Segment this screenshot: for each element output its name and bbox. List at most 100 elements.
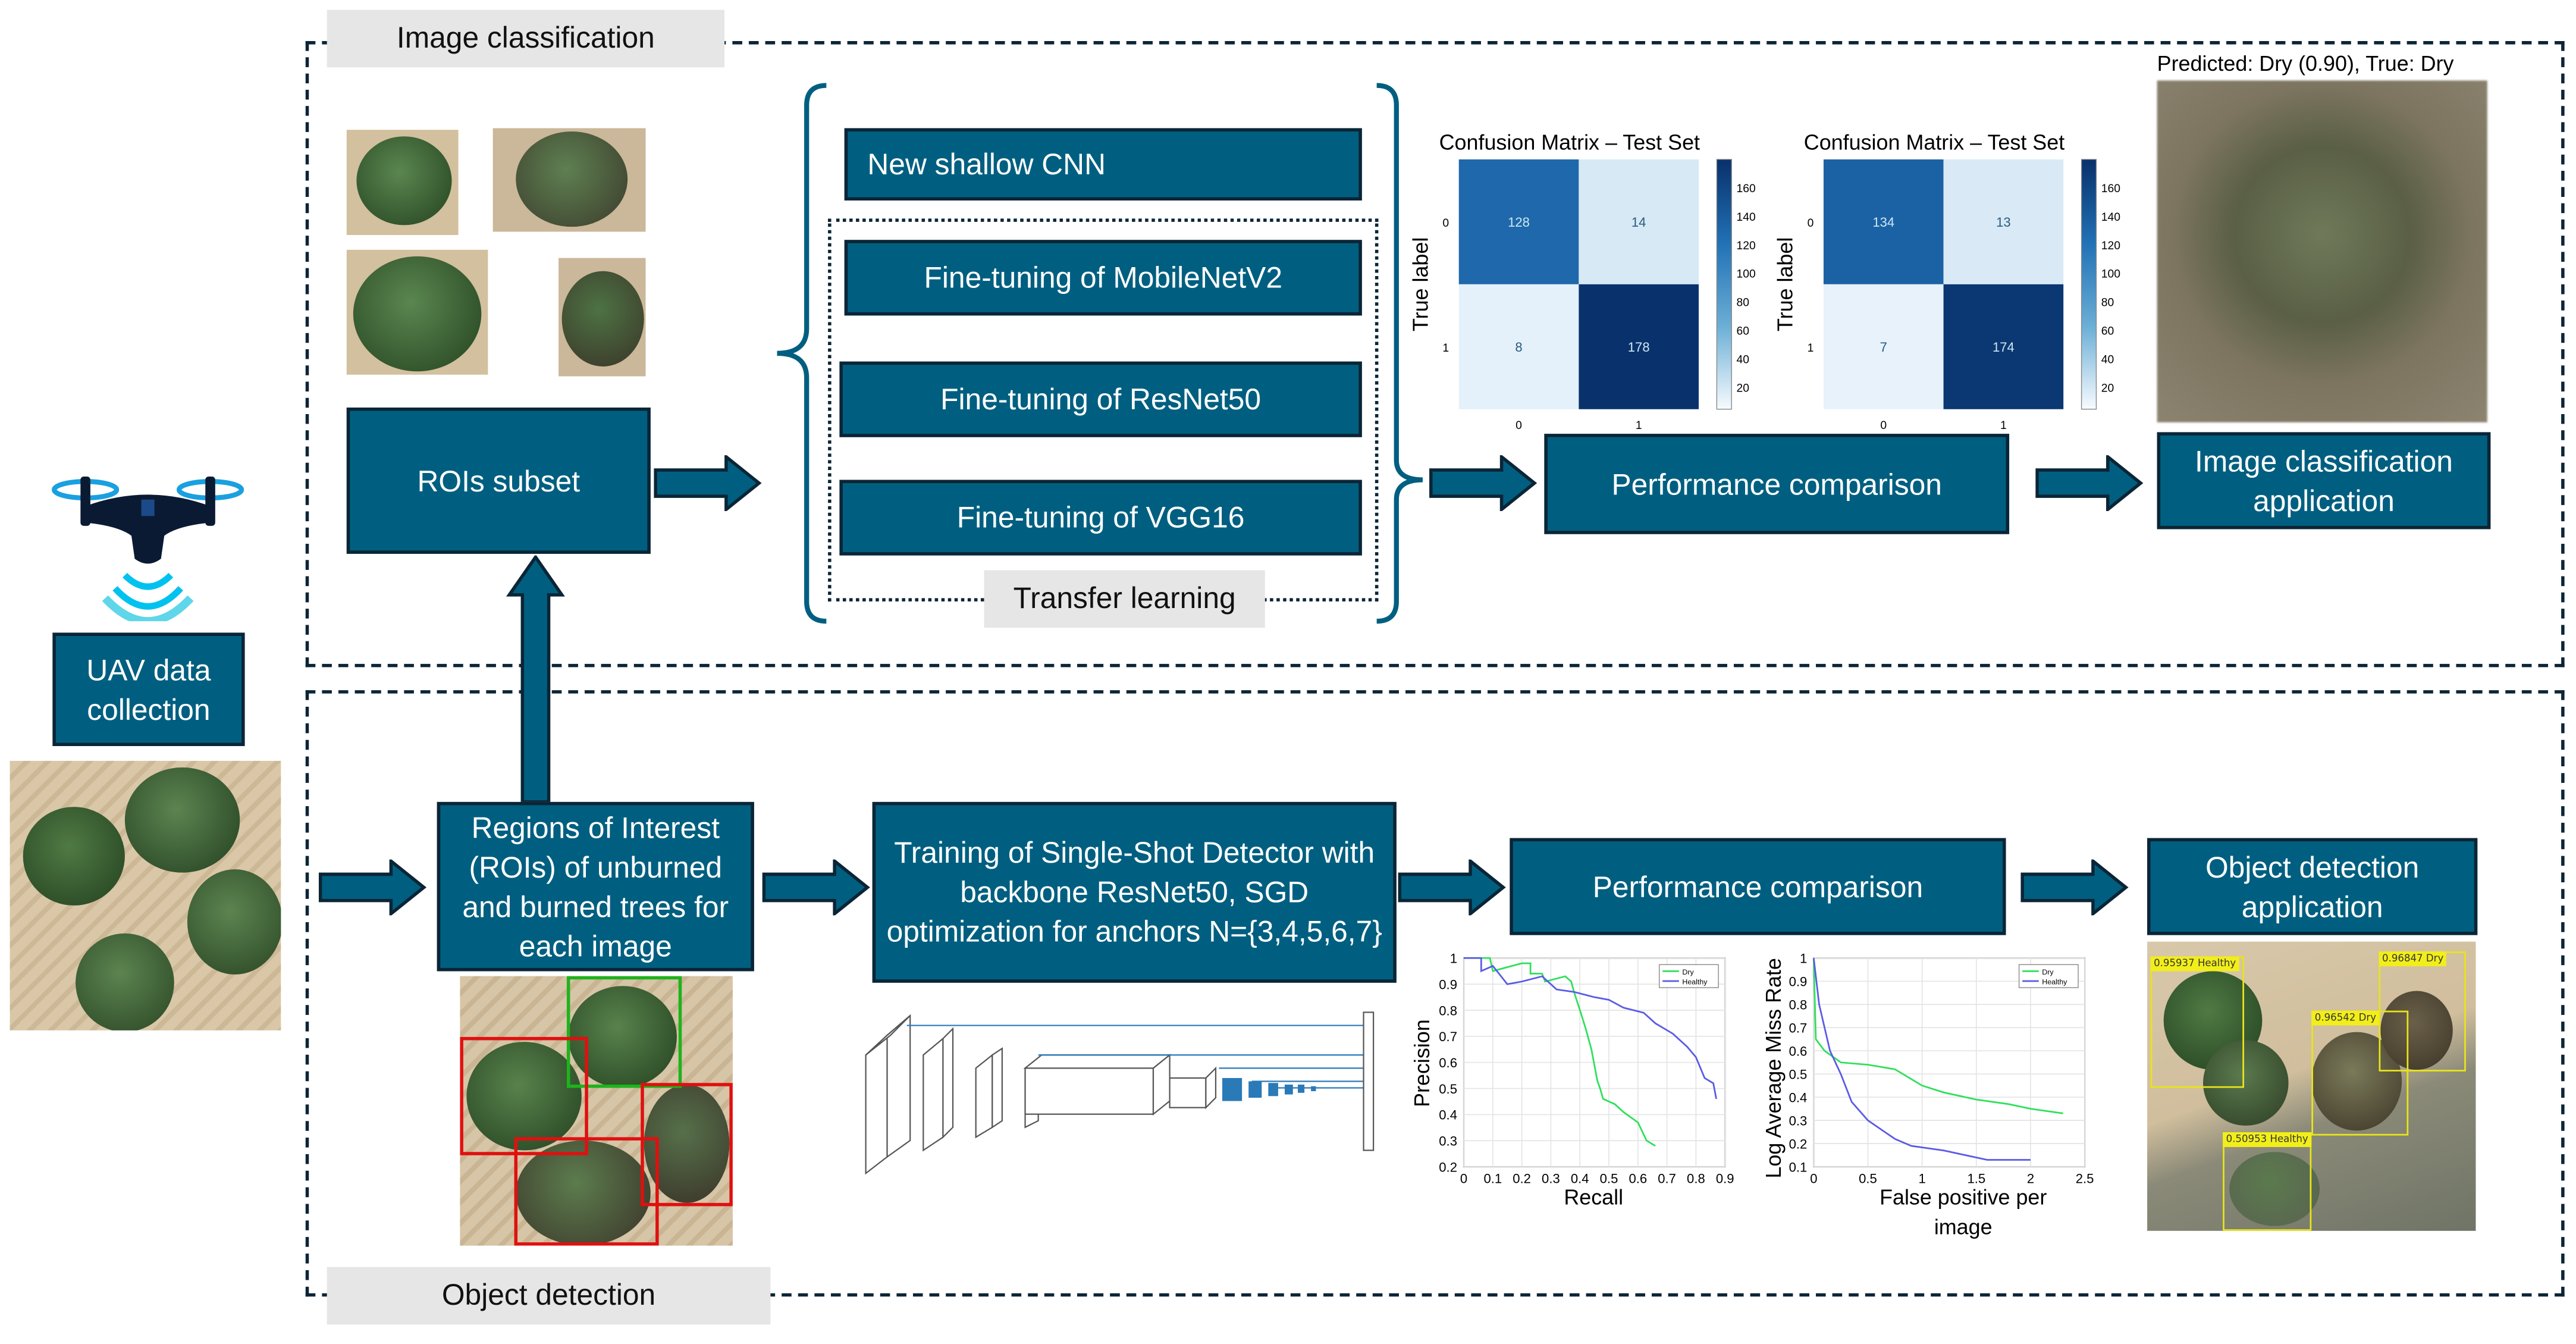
colorbar-tick-label: 100 bbox=[1737, 268, 1756, 281]
x-tick-label: 0.6 bbox=[1629, 1171, 1647, 1186]
x-tick-label: 0.3 bbox=[1542, 1171, 1560, 1186]
y-tick-label: 0.3 bbox=[1789, 1113, 1808, 1128]
new-shallow-cnn-box: New shallow CNN bbox=[844, 128, 1362, 200]
legend-label: Healthy bbox=[1682, 978, 1708, 986]
x-tick-label: 0 bbox=[1810, 1171, 1817, 1186]
y-tick-label: 0.1 bbox=[1789, 1160, 1808, 1174]
y-tick-label: 0.4 bbox=[1789, 1090, 1808, 1105]
roi-thumbnail bbox=[346, 249, 488, 375]
x-tick-label: 1 bbox=[1636, 419, 1642, 432]
colorbar-tick-label: 120 bbox=[2101, 240, 2120, 252]
colorbar-tick-label: 60 bbox=[1737, 325, 1750, 338]
y-tick-label: 0.6 bbox=[1789, 1044, 1808, 1058]
y-tick-label: 1 bbox=[1808, 342, 1814, 355]
cell-value: 8 bbox=[1515, 340, 1522, 355]
x-tick-label: 0.5 bbox=[1859, 1171, 1877, 1186]
x-tick-label: 0.7 bbox=[1658, 1171, 1676, 1186]
uav-aerial-image bbox=[10, 760, 281, 1030]
detection-performance-comparison-box: Performance comparison bbox=[1510, 838, 2006, 935]
y-tick-label: 1 bbox=[1800, 951, 1807, 966]
cell-value: 178 bbox=[1628, 340, 1650, 355]
y-tick-label: 0.2 bbox=[1439, 1160, 1457, 1174]
colorbar-tick-label: 60 bbox=[2101, 325, 2114, 338]
arrow-right-icon bbox=[1398, 859, 1506, 916]
x-tick-label: 0 bbox=[1460, 1171, 1467, 1186]
colorbar bbox=[2081, 159, 2097, 410]
y-tick-label: 0 bbox=[1808, 217, 1814, 230]
detection-label: 0.96847 Dry bbox=[2379, 951, 2447, 967]
y-tick-label: 0.5 bbox=[1439, 1082, 1457, 1096]
detection-label: 0.95937 Healthy bbox=[2150, 956, 2239, 972]
roi-thumbnail bbox=[346, 130, 459, 235]
vgg16-box: Fine-tuning of VGG16 bbox=[839, 480, 1362, 556]
plot-area bbox=[1813, 957, 2086, 1168]
workflow-diagram: Image classification Object detection UA… bbox=[0, 0, 2576, 1344]
confusion-matrix-plot: True label 134 13 7 174 0 1 0 1 160 140 120 100 80 60 4… bbox=[1773, 159, 2120, 432]
object-detection-label: Object detection bbox=[327, 1267, 771, 1325]
resnet50-box: Fine-tuning of ResNet50 bbox=[839, 361, 1362, 437]
x-tick-label: 0.5 bbox=[1600, 1171, 1618, 1186]
roi-box-burned bbox=[514, 1137, 659, 1246]
x-tick-label: 0.8 bbox=[1687, 1171, 1705, 1186]
y-tick-label: 1 bbox=[1442, 342, 1449, 355]
y-tick-label: 0.4 bbox=[1439, 1108, 1457, 1123]
object-detection-application-box: Object detection application bbox=[2147, 838, 2478, 935]
colorbar-tick-label: 20 bbox=[2101, 383, 2114, 395]
transfer-learning-label: Transfer learning bbox=[984, 570, 1265, 628]
cell-value: 13 bbox=[1996, 215, 2011, 230]
y-axis-label: True label bbox=[1773, 237, 1797, 331]
detection-label: 0.50953 Healthy bbox=[2223, 1132, 2312, 1147]
classified-tree-image bbox=[2157, 80, 2487, 422]
x-tick-label: 0.2 bbox=[1513, 1171, 1531, 1186]
colorbar-tick-label: 100 bbox=[2101, 268, 2120, 281]
uav-data-collection-box: UAV data collection bbox=[52, 632, 245, 746]
colorbar-tick-label: 40 bbox=[2101, 354, 2114, 366]
detection-box bbox=[2311, 1010, 2409, 1136]
ssd-training-box: Training of Single-Shot Detector with ba… bbox=[872, 801, 1397, 983]
y-tick-label: 0.2 bbox=[1789, 1136, 1808, 1151]
legend-label: Dry bbox=[2042, 968, 2054, 976]
x-tick-label: 0 bbox=[1516, 419, 1522, 432]
precision-recall-chart: 0 0.1 0.2 0.3 0.4 0.5 0.6 0.7 0.8 0.9 0.2 0.3 0.4 0.5… bbox=[1410, 951, 1734, 1210]
x-tick-label: 0 bbox=[1880, 419, 1887, 432]
y-axis-label: True label bbox=[1408, 237, 1432, 331]
x-tick-label: 1 bbox=[1919, 1171, 1926, 1186]
y-tick-label: 0.9 bbox=[1439, 977, 1457, 992]
chart-title: Confusion Matrix – Test Set bbox=[1439, 130, 1700, 155]
x-axis-label-line1: False positive per bbox=[1880, 1186, 2047, 1210]
classification-performance-comparison-box: Performance comparison bbox=[1544, 434, 2010, 534]
x-tick-label: 0.4 bbox=[1571, 1171, 1589, 1186]
y-tick-label: 0.8 bbox=[1439, 1003, 1457, 1018]
y-tick-label: 0.7 bbox=[1789, 1021, 1808, 1036]
prediction-caption: Predicted: Dry (0.90), True: Dry bbox=[2157, 51, 2454, 76]
image-classification-application-box: Image classification application bbox=[2157, 432, 2491, 530]
mobilenetv2-box: Fine-tuning of MobileNetV2 bbox=[844, 240, 1362, 316]
arrow-right-icon bbox=[654, 455, 762, 512]
rois-subset-box: ROIs subset bbox=[346, 408, 651, 554]
detection-box bbox=[2150, 956, 2245, 1088]
y-tick-label: 0.9 bbox=[1789, 975, 1808, 989]
x-axis-label: Recall bbox=[1564, 1186, 1623, 1210]
y-tick-label: 1 bbox=[1450, 951, 1457, 966]
y-axis-label: Precision bbox=[1410, 1019, 1434, 1107]
detection-output-image: 0.95937 Healthy 0.96847 Dry 0.96542 Dry … bbox=[2147, 941, 2476, 1231]
y-tick-label: 0.8 bbox=[1789, 998, 1808, 1013]
image-classification-label: Image classification bbox=[327, 10, 725, 68]
arrow-up-icon bbox=[506, 555, 565, 802]
cell-value: 7 bbox=[1880, 340, 1887, 355]
detection-label: 0.96542 Dry bbox=[2311, 1010, 2380, 1026]
drone-icon bbox=[52, 477, 244, 622]
chart-title: Confusion Matrix – Test Set bbox=[1803, 130, 2065, 155]
cell-value: 128 bbox=[1508, 215, 1530, 230]
y-tick-label: 0.5 bbox=[1789, 1067, 1808, 1082]
y-tick-label: 0 bbox=[1442, 217, 1449, 230]
arrow-right-icon bbox=[2020, 859, 2129, 916]
colorbar-tick-label: 120 bbox=[1737, 240, 1756, 252]
colorbar-tick-label: 40 bbox=[1737, 354, 1750, 366]
legend-label: Healthy bbox=[2042, 978, 2067, 986]
ssd-network-diagram bbox=[865, 1011, 1375, 1175]
arrow-right-icon bbox=[2035, 455, 2144, 512]
x-tick-label: 1.5 bbox=[1967, 1171, 1985, 1186]
left-brace-icon bbox=[777, 83, 827, 624]
miss-rate-chart: 0 0.5 1 1.5 2 2.5 0.1 0.2 0.3 0.4 0.5 0.6 0.7 0.8 0.9 1… bbox=[1762, 951, 2094, 1239]
